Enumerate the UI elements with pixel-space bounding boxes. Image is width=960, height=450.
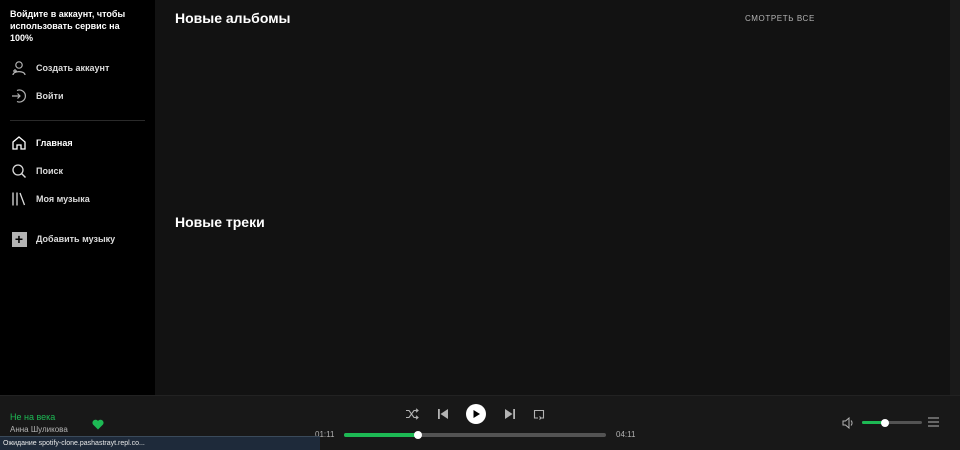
track-artist[interactable]: Анна Шуликова: [10, 425, 68, 434]
new-tracks-title: Новые треки: [175, 214, 265, 230]
login-link[interactable]: Войти: [10, 86, 145, 106]
login-hint: Войдите в аккаунт, чтобы использовать се…: [10, 9, 126, 43]
login-label: Войти: [36, 91, 64, 101]
create-account-label: Создать аккаунт: [36, 63, 110, 73]
volume-icon[interactable]: [842, 416, 855, 434]
sidebar-item-label: Главная: [36, 138, 73, 148]
progress-handle[interactable]: [414, 431, 423, 439]
shuffle-icon[interactable]: [405, 408, 419, 420]
track-title[interactable]: Не на века: [10, 412, 55, 422]
add-music-label: Добавить музыку: [36, 234, 116, 244]
sign-in-icon: [10, 87, 28, 105]
sidebar-item-home[interactable]: Главная: [10, 133, 145, 153]
user-plus-icon: [10, 59, 28, 77]
playback-controls: [405, 402, 545, 426]
queue-icon[interactable]: [927, 415, 940, 433]
progress-bar[interactable]: [344, 431, 606, 439]
repeat-icon[interactable]: [533, 408, 545, 420]
sidebar-item-label: Моя музыка: [36, 194, 90, 204]
create-account-link[interactable]: Создать аккаунт: [10, 58, 145, 78]
library-icon: [10, 190, 28, 208]
heart-icon[interactable]: [92, 417, 104, 435]
add-music-button[interactable]: + Добавить музыку: [10, 229, 145, 249]
play-icon: [473, 410, 480, 418]
next-icon[interactable]: [504, 408, 516, 420]
sidebar-divider: [10, 120, 145, 121]
new-albums-title: Новые альбомы: [175, 10, 291, 26]
sidebar-item-label: Поиск: [36, 166, 64, 176]
time-total: 04:11: [616, 430, 636, 439]
browser-status-bar: Ожидание spotify-clone.pashastrayt.repl.…: [0, 436, 320, 450]
search-icon: [10, 162, 28, 180]
see-all-link[interactable]: СМОТРЕТЬ ВСЕ: [745, 14, 815, 23]
home-icon: [10, 134, 28, 152]
main-scrollbar[interactable]: [950, 0, 960, 395]
sidebar: Войдите в аккаунт, чтобы использовать се…: [0, 0, 155, 395]
play-button[interactable]: [466, 404, 486, 424]
sidebar-item-search[interactable]: Поиск: [10, 161, 145, 181]
sidebar-item-library[interactable]: Моя музыка: [10, 189, 145, 209]
main-content: Новые альбомы СМОТРЕТЬ ВСЕ Новые треки: [155, 0, 950, 395]
volume-slider[interactable]: [862, 418, 922, 427]
previous-icon[interactable]: [437, 408, 449, 420]
plus-icon: +: [10, 230, 28, 248]
progress-fill: [344, 433, 419, 437]
volume-handle[interactable]: [880, 418, 889, 427]
